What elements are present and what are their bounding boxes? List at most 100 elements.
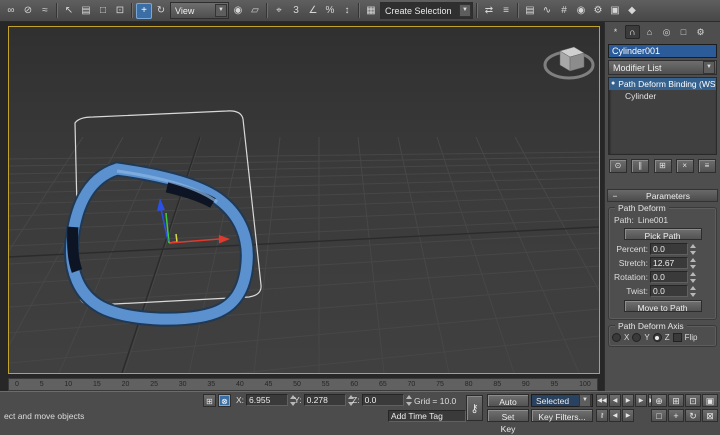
modifier-stack[interactable]: ● Path Deform Binding (WS Cylinder [608,77,717,155]
x-coord-field[interactable]: 6.955 [246,394,288,406]
named-selection-sets-select[interactable]: Create Selection▼ [380,2,473,19]
modifier-list-dropdown[interactable]: Modifier List ▼ [608,60,717,75]
timeline-tick[interactable]: 20 [122,379,130,390]
auto-key-button[interactable]: Auto Key [487,394,529,407]
add-time-tag[interactable]: Add Time Tag [388,410,466,422]
modifier-enabled-icon[interactable]: ● [611,78,615,90]
make-unique-icon[interactable]: ⊞ [654,159,672,173]
next-key-button[interactable]: ▶ [622,409,634,422]
snaps-toggle-icon[interactable]: 3 [288,3,304,19]
timeline-tick[interactable]: 75 [436,379,444,390]
timeline-tick[interactable]: 40 [236,379,244,390]
tab-modify[interactable]: ∩ [625,25,640,39]
timeline-tick[interactable]: 60 [350,379,358,390]
edit-named-selection-sets-icon[interactable]: ▦ [363,3,379,19]
zoom-extents-icon[interactable]: ⊡ [685,394,701,407]
bind-to-spacewarp-icon[interactable]: ≈ [37,3,53,19]
set-keys-button[interactable]: ⚷ [466,395,483,421]
percent-snap-icon[interactable]: % [322,3,338,19]
timeline-tick[interactable]: 35 [207,379,215,390]
select-by-name-icon[interactable]: ▤ [78,3,94,19]
timeline-tick[interactable]: 80 [465,379,473,390]
spinner-snap-icon[interactable]: ↕ [339,3,355,19]
stretch-spinner[interactable] [690,258,698,269]
angle-snap-icon[interactable]: ∠ [305,3,321,19]
select-and-scale-icon[interactable]: ▱ [247,3,263,19]
z-coord-spinner[interactable] [406,395,414,406]
axis-y-radio[interactable] [632,333,641,342]
timeline-tick[interactable]: 5 [40,379,44,390]
schematic-view-icon[interactable]: # [556,3,572,19]
timeline-tick[interactable]: 50 [293,379,301,390]
timeline-ruler[interactable]: 0510152025303540455055606570758085909510… [8,378,598,391]
timeline-tick[interactable]: 0 [15,379,19,390]
percent-spinner[interactable] [690,244,698,255]
perspective-viewport[interactable] [8,26,600,374]
axis-x-radio[interactable] [612,333,621,342]
zoom-extents-all-icon[interactable]: ▣ [702,394,718,407]
pick-path-button[interactable]: Pick Path [624,228,702,240]
previous-frame-button[interactable]: ◀ [609,394,621,407]
twist-field[interactable]: 0.0 [650,285,688,297]
go-to-start-button[interactable]: ◀◀ [596,394,608,407]
selection-region-icon[interactable]: □ [95,3,111,19]
align-icon[interactable]: ≡ [498,3,514,19]
timeline-tick[interactable]: 95 [551,379,559,390]
previous-key-button[interactable]: ◀ [609,409,621,422]
key-selection-set-dropdown[interactable]: Selected ▼ [531,394,593,407]
absolute-mode-toggle[interactable]: ⊞ [203,394,216,407]
remove-modifier-icon[interactable]: × [676,159,694,173]
curve-editor-icon[interactable]: ∿ [539,3,555,19]
timeline-tick[interactable]: 65 [379,379,387,390]
timeline-tick[interactable]: 55 [322,379,330,390]
zoom-all-icon[interactable]: ⊞ [668,394,684,407]
key-mode-toggle-button[interactable]: ⚷ [596,409,608,422]
select-and-move-icon[interactable]: + [136,3,152,19]
region-zoom-icon[interactable]: □ [651,409,667,422]
unlink-selection-icon[interactable]: ⊘ [20,3,36,19]
show-end-result-icon[interactable]: ∥ [631,159,649,173]
parameters-rollout-header[interactable]: − Parameters [607,189,718,202]
tab-display[interactable]: □ [676,25,691,39]
reference-coordinate-system-select[interactable]: View▼ [170,2,229,19]
timeline-tick[interactable]: 45 [265,379,273,390]
material-editor-icon[interactable]: ◉ [573,3,589,19]
flip-checkbox[interactable] [673,333,682,342]
rotation-spinner[interactable] [690,272,698,283]
timeline-tick[interactable]: 100 [579,379,591,390]
timeline-tick[interactable]: 90 [522,379,530,390]
select-object-icon[interactable]: ↖ [61,3,77,19]
selection-lock-toggle[interactable]: ⊗ [218,394,231,407]
layer-manager-icon[interactable]: ▤ [522,3,538,19]
mirror-icon[interactable]: ⇄ [481,3,497,19]
timeline-tick[interactable]: 85 [493,379,501,390]
stretch-field[interactable]: 12.67 [650,257,688,269]
maximize-viewport-icon[interactable]: ⊠ [702,409,718,422]
move-to-path-button[interactable]: Move to Path [624,300,702,312]
window-crossing-icon[interactable]: ⊡ [112,3,128,19]
percent-field[interactable]: 0.0 [650,243,688,255]
modifier-stack-item-cylinder[interactable]: Cylinder [609,90,716,102]
axis-z-radio[interactable] [653,333,662,342]
timeline-tick[interactable]: 70 [408,379,416,390]
tab-hierarchy[interactable]: ⌂ [642,25,657,39]
select-and-link-icon[interactable]: ∞ [3,3,19,19]
orbit-icon[interactable]: ↻ [685,409,701,422]
use-pivot-center-icon[interactable]: ◉ [230,3,246,19]
configure-modifier-sets-icon[interactable]: ≡ [698,159,716,173]
select-and-rotate-icon[interactable]: ↻ [153,3,169,19]
next-frame-button[interactable]: ▶ [635,394,647,407]
z-coord-field[interactable]: 0.0 [362,394,404,406]
render-production-icon[interactable]: ◆ [624,3,640,19]
modifier-stack-item-path-deform[interactable]: ● Path Deform Binding (WS [609,78,716,90]
rotation-field[interactable]: 0.0 [650,271,688,283]
timeline-tick[interactable]: 25 [150,379,158,390]
rendered-frame-icon[interactable]: ▣ [607,3,623,19]
set-key-button[interactable]: Set Key [487,409,529,422]
tab-utilities[interactable]: ⚙ [693,25,708,39]
timeline-tick[interactable]: 10 [64,379,72,390]
pan-icon[interactable]: + [668,409,684,422]
select-and-manipulate-icon[interactable]: ⌖ [271,3,287,19]
object-name-field[interactable]: Cylinder001 [608,44,717,58]
tab-motion[interactable]: ◎ [659,25,674,39]
